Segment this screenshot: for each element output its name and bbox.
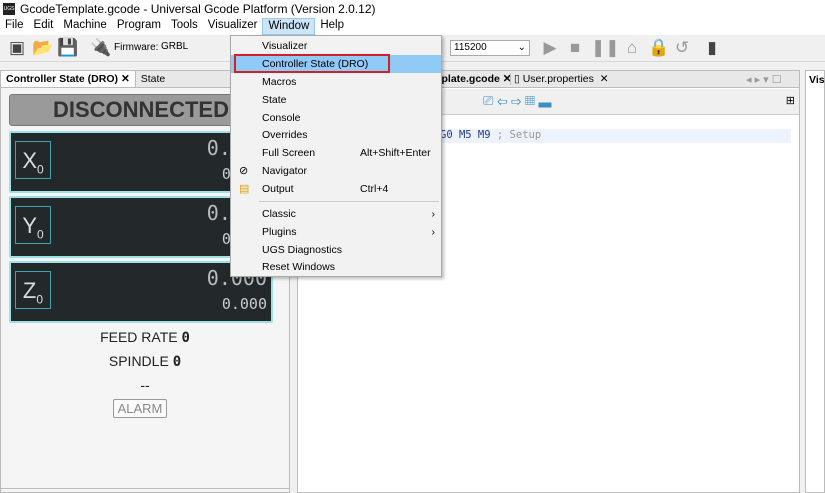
chevron-down-icon: ⌄ <box>517 42 526 53</box>
visualizer-panel: Visualizer <box>805 70 825 493</box>
menu-file[interactable]: File <box>0 18 29 35</box>
menu-item-full-screen[interactable]: Full Screen Alt+Shift+Enter <box>231 144 441 162</box>
bottom-bar <box>0 488 290 493</box>
menu-item-visualizer[interactable]: Visualizer <box>231 37 441 55</box>
menu-edit[interactable]: Edit <box>29 18 59 35</box>
pause-icon[interactable]: ❚❚ <box>591 39 620 57</box>
menu-machine[interactable]: Machine <box>58 18 111 35</box>
feed-rate: FEED RATE 0 <box>100 329 190 346</box>
unlock-icon[interactable]: 🔒 <box>648 39 669 57</box>
menu-program[interactable]: Program <box>112 18 166 35</box>
menu-window[interactable]: Window <box>262 18 316 35</box>
menu-item-classic[interactable]: Classic › <box>231 205 441 223</box>
play-icon[interactable]: ▶ <box>541 39 559 57</box>
state-text: -- <box>140 377 150 393</box>
close-icon[interactable]: ✕ <box>121 73 130 85</box>
tab-label: Controller State (DRO) <box>6 73 119 85</box>
baud-value: 115200 <box>454 42 487 53</box>
tab-visualizer[interactable]: Visualizer <box>809 74 825 86</box>
axis-z-work: 0.000 <box>221 295 267 313</box>
spindle: SPINDLE 0 <box>108 353 182 370</box>
tab-user-properties[interactable]: ▯ User.properties ✕ <box>510 73 609 85</box>
device-icon[interactable]: ▮ <box>703 39 721 57</box>
menu-separator <box>259 201 439 202</box>
menu-help[interactable]: Help <box>315 18 349 35</box>
home-icon[interactable]: ⌂ <box>623 39 641 57</box>
menu-item-console[interactable]: Console <box>231 109 441 127</box>
connect-plug-icon[interactable]: 🔌 <box>90 39 111 57</box>
editor-tool-icons[interactable]: ⎚ ⇦ ⇨ ▦ ▃ <box>483 93 552 109</box>
menu-item-ugs-diagnostics[interactable]: UGS Diagnostics <box>231 241 441 259</box>
menu-item-reset-windows[interactable]: Reset Windows <box>231 258 441 276</box>
open-folder-icon[interactable]: 📂 <box>32 39 53 57</box>
baud-select[interactable]: 115200 ⌄ <box>450 40 530 56</box>
stop-icon[interactable]: ■ <box>566 39 584 57</box>
tab-controller-state[interactable]: Controller State (DRO) ✕ <box>1 71 136 87</box>
save-icon[interactable]: 💾 <box>57 39 78 57</box>
compass-icon: ⊘ <box>239 165 249 177</box>
axis-y-reset-button[interactable]: Y0 <box>15 206 51 244</box>
title-bar: UGS GcodeTemplate.gcode - Universal Gcod… <box>0 0 825 18</box>
menu-item-plugins[interactable]: Plugins › <box>231 223 441 241</box>
firmware-label: Firmware: <box>114 42 159 53</box>
alarm-badge: ALARM <box>113 399 167 418</box>
menu-item-overrides[interactable]: Overrides <box>231 126 441 144</box>
reset-icon[interactable]: ↺ <box>673 39 691 57</box>
firmware-select[interactable]: GRBL <box>158 40 230 56</box>
menu-visualizer[interactable]: Visualizer <box>203 18 263 35</box>
menu-item-navigator[interactable]: ⊘ Navigator <box>231 162 441 180</box>
menu-tools[interactable]: Tools <box>166 18 203 35</box>
menu-item-state[interactable]: State <box>231 91 441 109</box>
highlight-box <box>234 54 390 73</box>
axis-z-reset-button[interactable]: Z0 <box>15 271 51 309</box>
tab-nav-icon[interactable]: ◂ ▸ ▾ ☐ <box>746 73 782 86</box>
axis-x-reset-button[interactable]: X0 <box>15 141 51 179</box>
expand-icon[interactable]: ⊞ <box>786 94 795 107</box>
app-logo: UGS <box>3 3 15 15</box>
output-window-icon: ▤ <box>239 183 250 195</box>
menu-bar: File Edit Machine Program Tools Visualiz… <box>0 18 825 35</box>
submenu-arrow-icon: › <box>431 208 436 220</box>
window-menu-dropdown: Visualizer Controller State (DRO) Macros… <box>230 35 442 277</box>
menu-item-output[interactable]: ▤ Output Ctrl+4 <box>231 180 441 198</box>
submenu-arrow-icon: › <box>431 226 436 238</box>
window-title: GcodeTemplate.gcode - Universal Gcode Pl… <box>20 2 376 16</box>
menu-item-macros[interactable]: Macros <box>231 73 441 91</box>
new-file-icon[interactable]: ▣ <box>8 39 26 57</box>
